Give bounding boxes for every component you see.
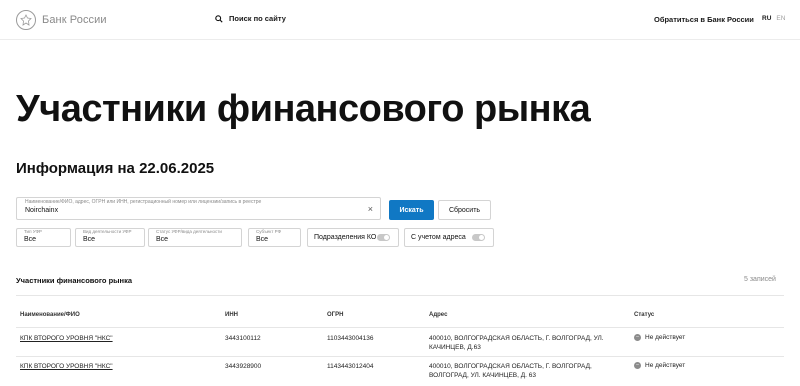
address-toggle-label: С учетом адреса bbox=[411, 234, 466, 241]
contact-bank-link[interactable]: Обратиться в Банк России bbox=[654, 15, 754, 24]
info-date: Информация на 22.06.2025 bbox=[16, 160, 215, 177]
page-title: Участники финансового рынка bbox=[16, 88, 591, 130]
column-header-inn: ИНН bbox=[225, 312, 238, 318]
filter-activity-label: Вид деятельности УФР bbox=[83, 229, 132, 234]
row-address-line1: 400010, ВОЛГОГРАДСКАЯ ОБЛАСТЬ, Г. ВОЛГОГ… bbox=[429, 363, 592, 370]
branches-switch[interactable] bbox=[377, 234, 390, 241]
search-field-label: Наименование/ФИО, адрес, ОГРН или ИНН, р… bbox=[25, 199, 262, 205]
row-address-line2: КАЧИНЦЕВ, Д.63 bbox=[429, 344, 481, 351]
row-ogrn: 1103443004136 bbox=[327, 335, 374, 342]
filter-status-value: Все bbox=[156, 236, 169, 243]
filter-activity-value: Все bbox=[83, 236, 96, 243]
reset-button[interactable]: Сбросить bbox=[438, 200, 491, 220]
results-count: 5 записей bbox=[744, 276, 776, 283]
row-divider bbox=[16, 356, 784, 357]
lang-ru[interactable]: RU bbox=[762, 15, 771, 22]
results-title: Участники финансового рынка bbox=[16, 276, 133, 285]
search-button[interactable]: Искать bbox=[389, 200, 434, 220]
column-header-ogrn: ОГРН bbox=[327, 312, 344, 318]
row-address-line1: 400010, ВОЛГОГРАДСКАЯ ОБЛАСТЬ, Г. ВОЛГОГ… bbox=[429, 335, 604, 342]
search-field-value: Noirchainx bbox=[25, 207, 59, 214]
address-switch[interactable] bbox=[472, 234, 485, 241]
bank-emblem-icon bbox=[16, 10, 36, 30]
branches-toggle[interactable]: Подразделения КО bbox=[307, 228, 399, 247]
row-inn: 3443928900 bbox=[225, 363, 262, 370]
close-icon[interactable]: × bbox=[368, 204, 373, 214]
row-ogrn: 1143443012404 bbox=[327, 363, 374, 370]
results-divider bbox=[16, 295, 784, 296]
filter-status-label: Статус УФР/вида деятельности bbox=[156, 229, 222, 234]
column-header-status: Статус bbox=[634, 312, 655, 318]
branches-toggle-label: Подразделения КО bbox=[314, 234, 377, 241]
table-header-divider bbox=[16, 327, 784, 328]
status-text: Не действует bbox=[645, 334, 686, 341]
row-inn: 3443100112 bbox=[225, 335, 261, 342]
lang-en[interactable]: EN bbox=[776, 15, 785, 22]
filter-type[interactable]: Тип УФР Все bbox=[16, 228, 71, 247]
column-header-address: Адрес bbox=[429, 312, 448, 318]
search-icon bbox=[215, 14, 223, 23]
filter-activity[interactable]: Вид деятельности УФР Все bbox=[75, 228, 145, 247]
filter-region[interactable]: Субъект РФ Все bbox=[248, 228, 301, 247]
filter-type-label: Тип УФР bbox=[24, 229, 42, 234]
site-search-label: Поиск по сайту bbox=[229, 14, 286, 23]
site-header: Банк России Поиск по сайту Обратиться в … bbox=[0, 0, 800, 40]
filter-region-label: Субъект РФ bbox=[256, 229, 281, 234]
site-search-link[interactable]: Поиск по сайту bbox=[215, 14, 286, 23]
minus-circle-icon: – bbox=[634, 362, 641, 369]
row-name-link[interactable]: КПК ВТОРОГО УРОВНЯ "НКС" bbox=[20, 334, 113, 343]
status-text: Не действует bbox=[645, 362, 686, 369]
search-input[interactable]: Наименование/ФИО, адрес, ОГРН или ИНН, р… bbox=[16, 197, 381, 220]
filter-status[interactable]: Статус УФР/вида деятельности Все bbox=[148, 228, 242, 247]
language-switcher: RU EN bbox=[762, 15, 785, 22]
minus-circle-icon: – bbox=[634, 334, 641, 341]
address-toggle[interactable]: С учетом адреса bbox=[404, 228, 494, 247]
column-header-name: Наименование/ФИО bbox=[20, 312, 80, 318]
logo-text: Банк России bbox=[42, 14, 107, 26]
status-badge: – Не действует bbox=[634, 334, 685, 341]
status-badge: – Не действует bbox=[634, 362, 685, 369]
logo[interactable]: Банк России bbox=[16, 10, 107, 30]
filter-type-value: Все bbox=[24, 236, 37, 243]
row-name-link[interactable]: КПК ВТОРОГО УРОВНЯ "НКС" bbox=[20, 362, 113, 371]
filter-region-value: Все bbox=[256, 236, 269, 243]
row-address-line2: ВОЛГОГРАД, УЛ. КАЧИНЦЕВ, Д. 63 bbox=[429, 372, 537, 379]
